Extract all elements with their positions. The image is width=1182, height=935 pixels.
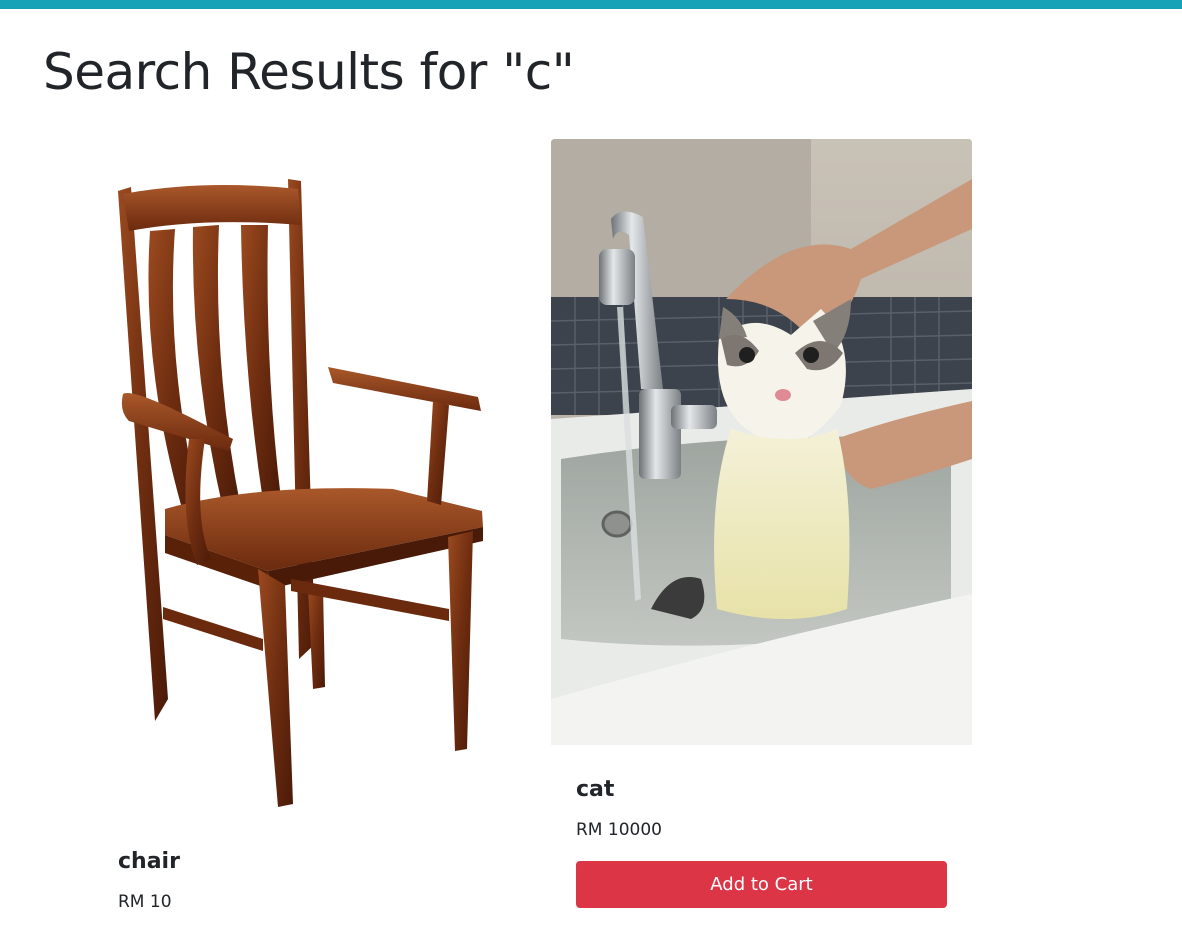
product-card-chair: chair RM 10: [93, 139, 514, 914]
product-body-chair: chair RM 10: [93, 829, 514, 914]
product-price: RM 10000: [576, 820, 662, 840]
top-accent-bar: [0, 0, 1182, 9]
wooden-chair-image: [118, 179, 483, 807]
product-body-cat: cat RM 10000 Add to Cart: [551, 745, 972, 908]
product-name: cat: [576, 777, 615, 802]
cat-in-sink-image: [551, 139, 972, 745]
product-price: RM 10: [118, 892, 172, 912]
add-to-cart-button[interactable]: Add to Cart: [576, 861, 947, 908]
page-title: Search Results for "c": [43, 43, 575, 101]
product-card-cat: cat RM 10000 Add to Cart: [551, 139, 972, 908]
product-image-cat[interactable]: [551, 139, 972, 745]
product-image-chair[interactable]: [93, 139, 514, 829]
product-name: chair: [118, 849, 180, 874]
